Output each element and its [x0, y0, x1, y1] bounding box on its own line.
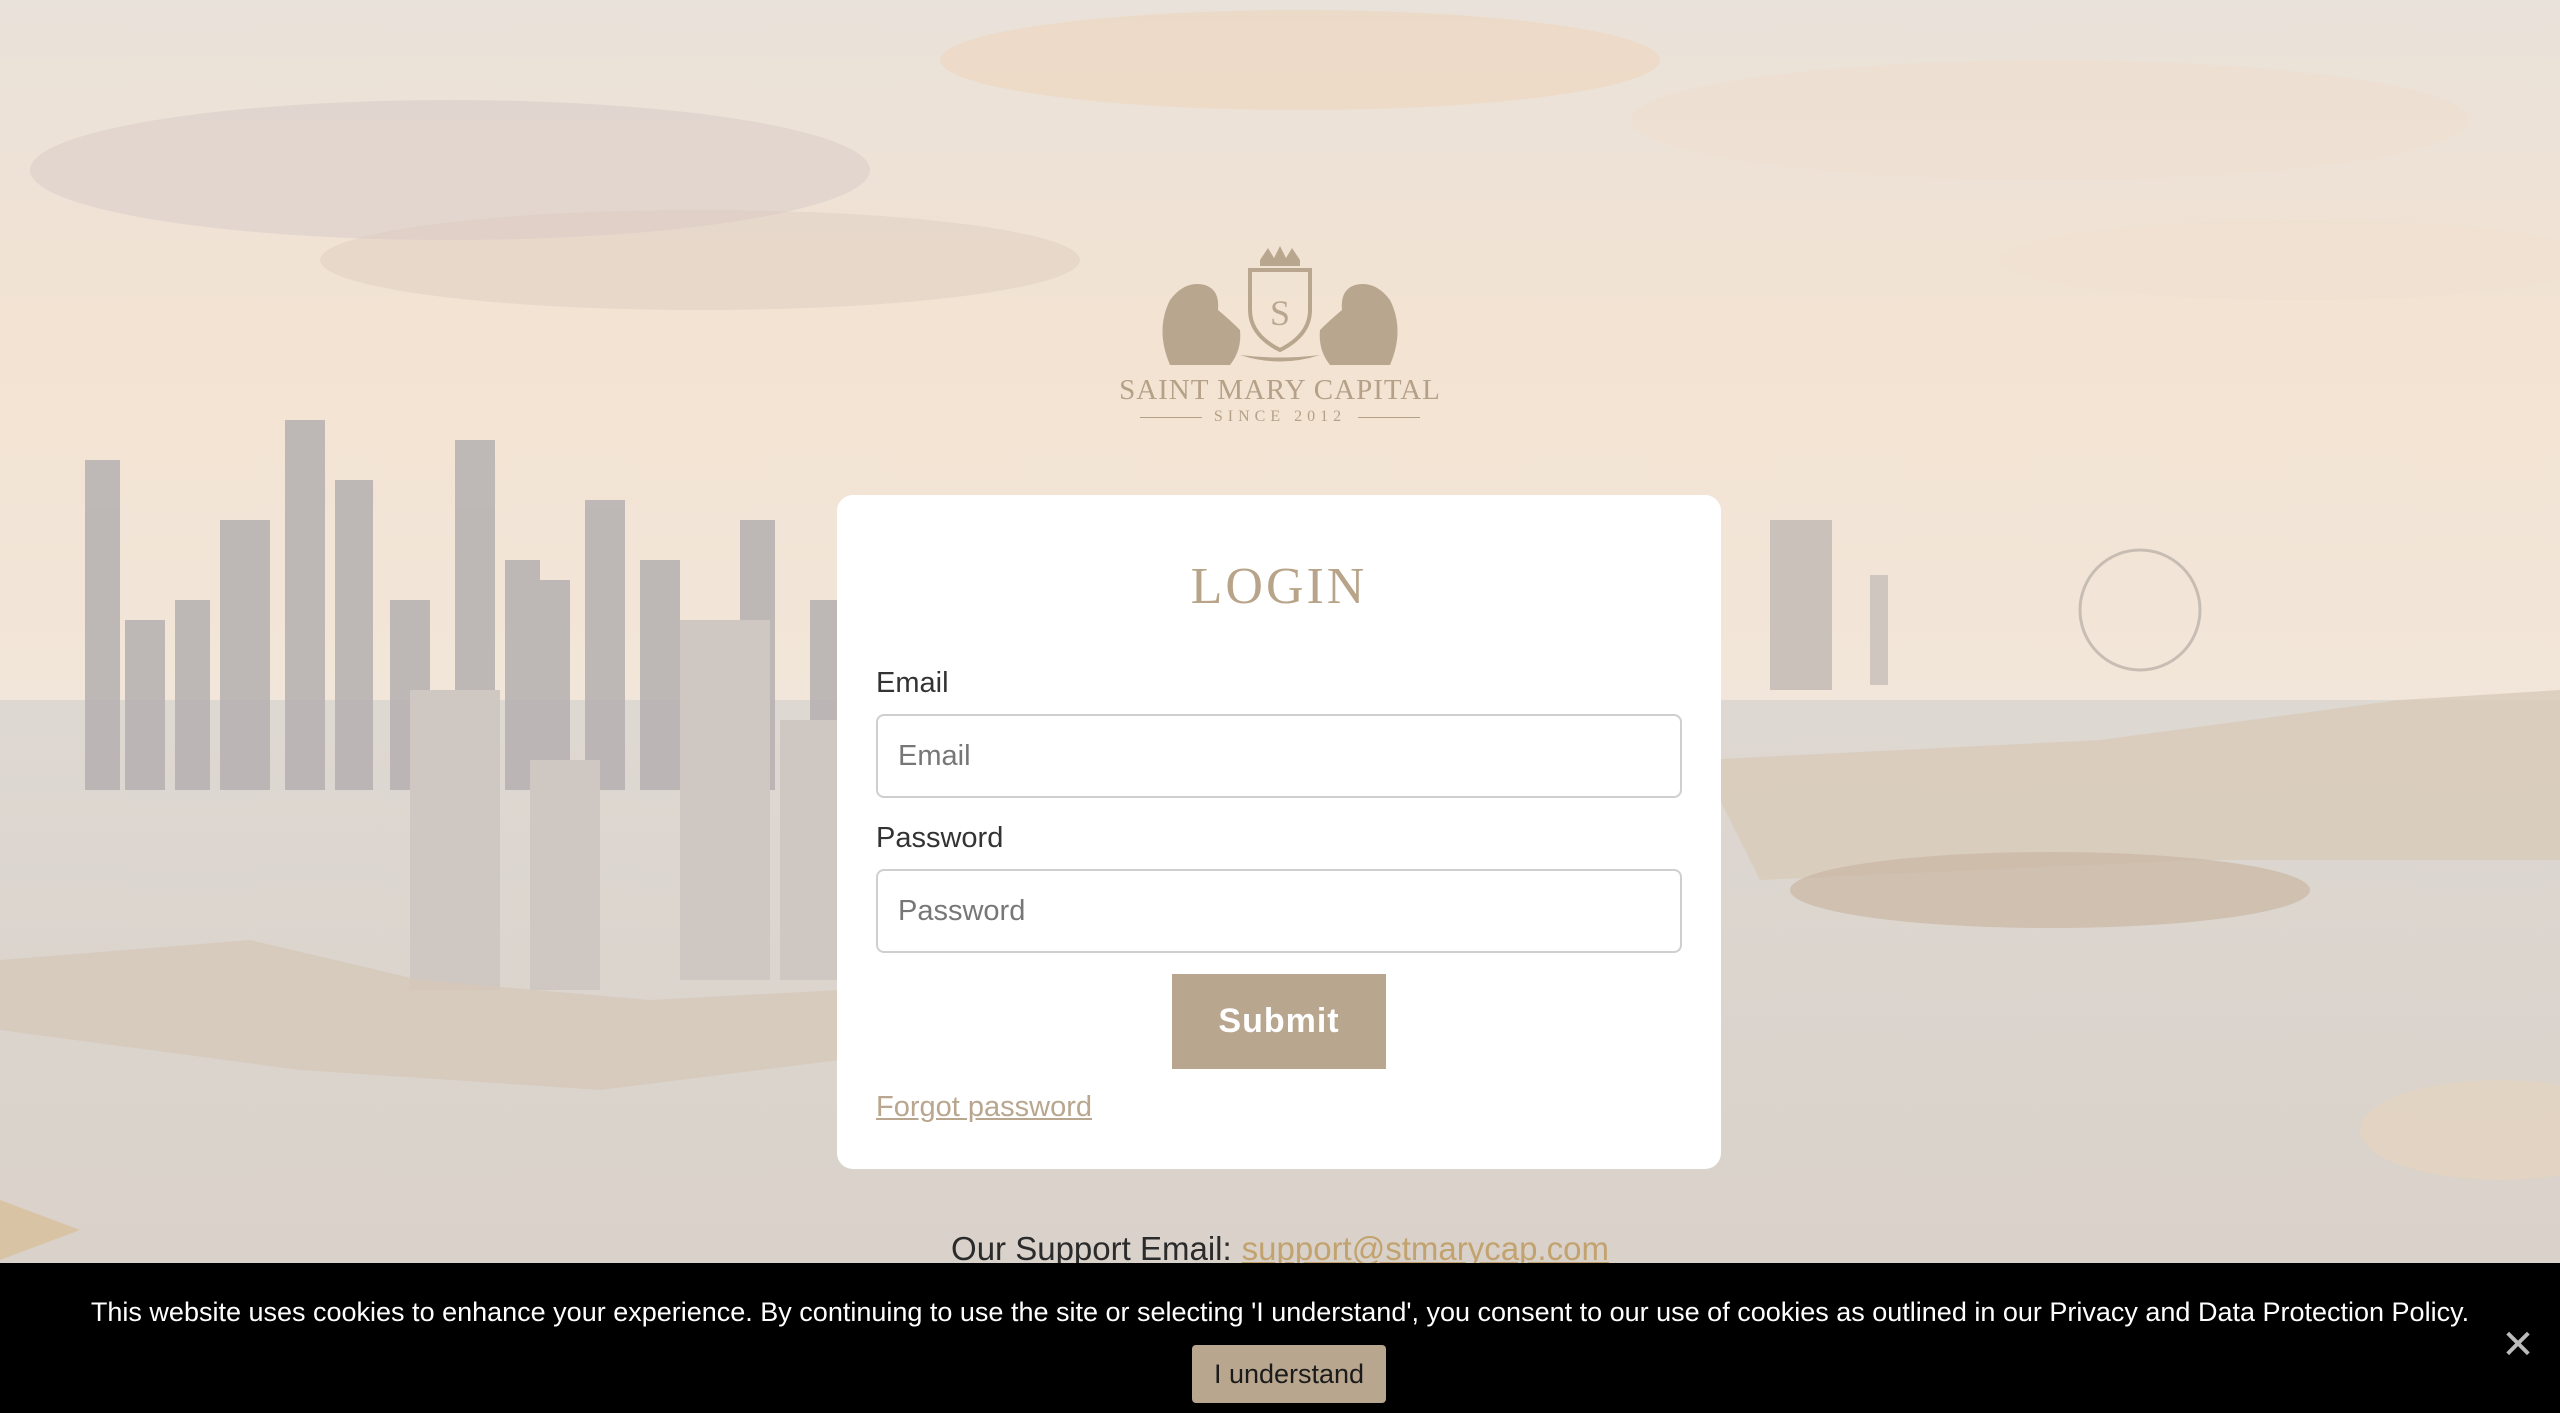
email-label: Email	[876, 667, 949, 699]
svg-text:S: S	[1270, 293, 1290, 333]
divider	[1139, 416, 1202, 418]
password-label: Password	[876, 822, 1004, 854]
login-page: S SAINT MARY CAPITAL SINCE 2012 LOGIN Em…	[0, 0, 2560, 1413]
brand-since: SINCE 2012	[1110, 408, 1450, 426]
brand-name: SAINT MARY CAPITAL	[1119, 374, 1441, 406]
support-label: Our Support Email:	[951, 1230, 1232, 1267]
close-icon[interactable]: ✕	[2500, 1325, 2536, 1365]
forgot-password-link[interactable]: Forgot password	[876, 1091, 1092, 1124]
login-title: LOGIN	[1190, 558, 1368, 615]
password-input[interactable]	[876, 869, 1682, 953]
email-input[interactable]	[876, 714, 1682, 798]
brand-since-text: SINCE 2012	[1213, 408, 1347, 425]
cookie-text: This website uses cookies to enhance you…	[90, 1297, 2470, 1327]
support-email-link[interactable]: support@stmarycap.com	[1242, 1230, 1609, 1267]
cookie-banner: This website uses cookies to enhance you…	[0, 1263, 2560, 1413]
submit-button[interactable]: Submit	[1172, 974, 1386, 1069]
cookie-accept-button[interactable]: I understand	[1192, 1345, 1386, 1403]
divider	[1358, 416, 1421, 418]
login-card: LOGIN Email Password Submit Forgot passw…	[837, 495, 1721, 1169]
